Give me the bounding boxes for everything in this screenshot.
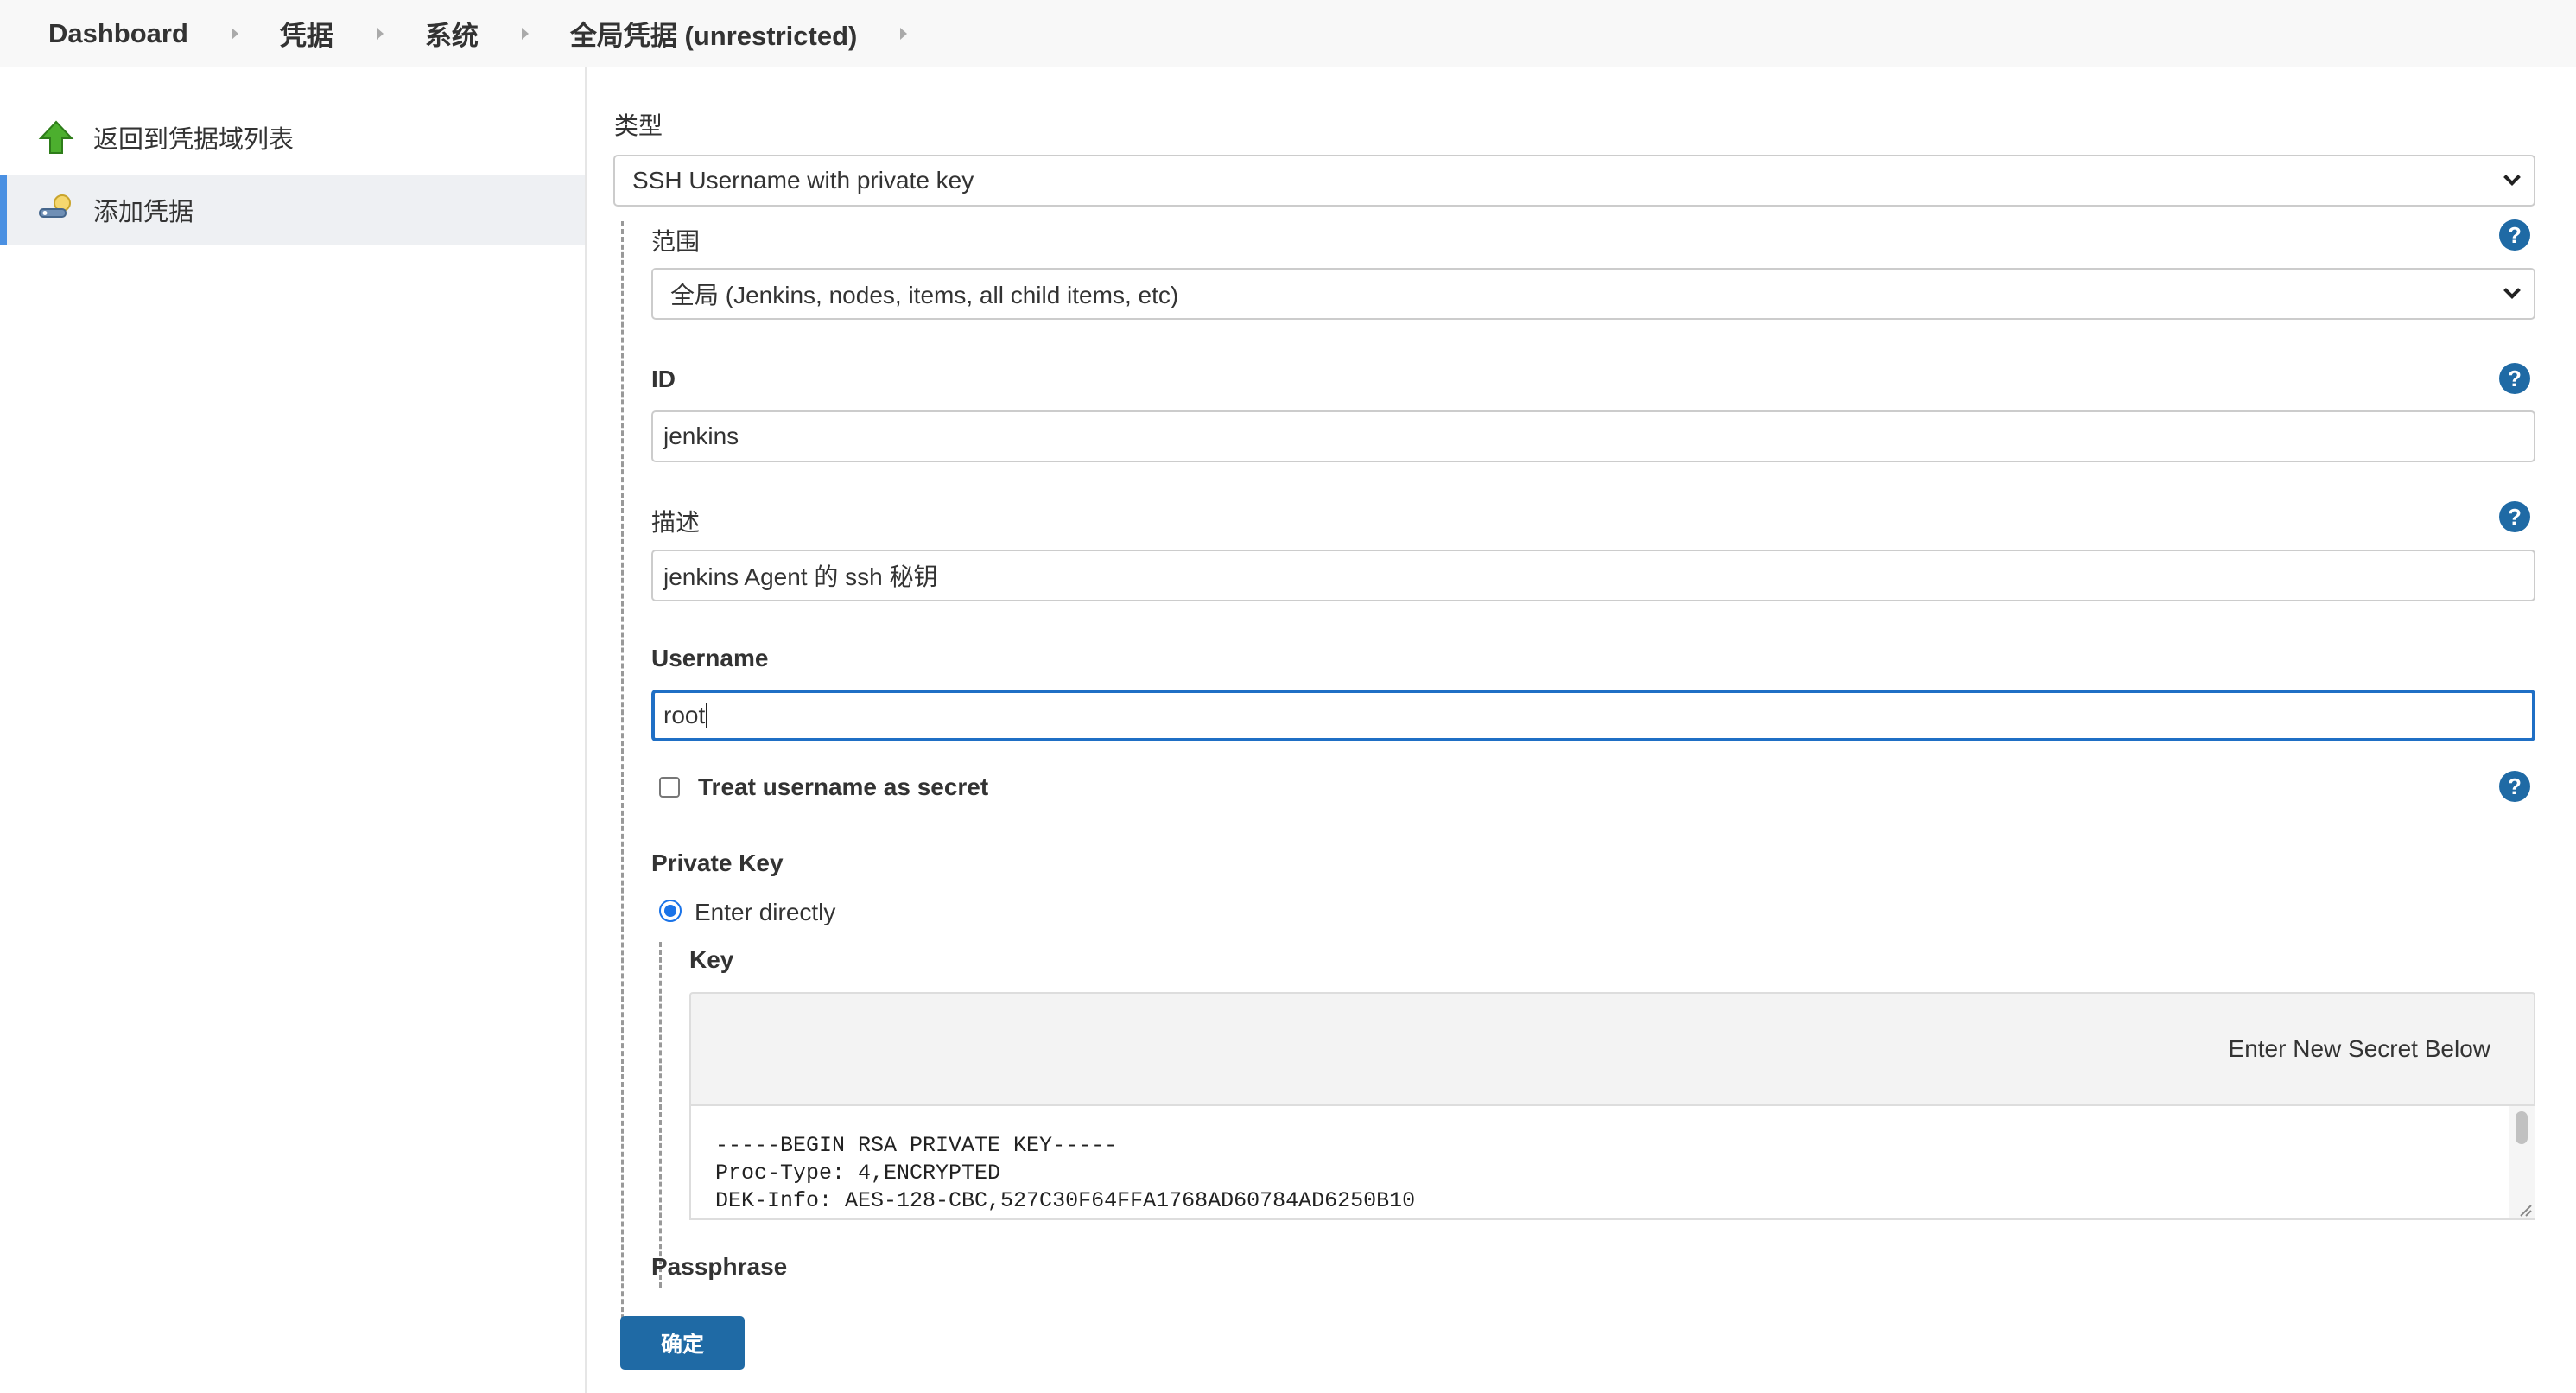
sidebar-item-add-credentials[interactable]: 添加凭据 bbox=[0, 175, 585, 245]
treat-username-secret-checkbox[interactable] bbox=[659, 777, 680, 798]
secret-header: Enter New Secret Below bbox=[689, 992, 2535, 1104]
help-icon[interactable]: ? bbox=[2499, 771, 2530, 802]
id-input-value: jenkins bbox=[663, 423, 739, 449]
username-input-value: root bbox=[663, 702, 706, 728]
help-icon[interactable]: ? bbox=[2499, 363, 2530, 394]
passphrase-label: Passphrase bbox=[651, 1253, 788, 1280]
text-caret bbox=[706, 703, 708, 728]
key-text-line: Proc-Type: 4,ENCRYPTED bbox=[715, 1161, 1001, 1186]
scope-label: 范围 bbox=[651, 228, 701, 255]
breadcrumb-global-credentials[interactable]: 全局凭据 (unrestricted) bbox=[570, 14, 857, 53]
key-text-line: DEK-Info: AES-128-CBC,527C30F64FFA1768AD… bbox=[715, 1188, 1416, 1213]
private-key-label: Private Key bbox=[651, 849, 784, 876]
enter-directly-label[interactable]: Enter directly bbox=[695, 899, 835, 926]
description-input-value: jenkins Agent 的 ssh 秘钥 bbox=[663, 563, 938, 590]
breadcrumb-separator-icon[interactable] bbox=[521, 27, 529, 40]
private-key-textarea[interactable]: -----BEGIN RSA PRIVATE KEY----- Proc-Typ… bbox=[689, 1104, 2535, 1220]
sidebar-item-label: 返回到凭据域列表 bbox=[93, 126, 295, 154]
key-text-line: -----BEGIN RSA PRIVATE KEY----- bbox=[715, 1133, 1118, 1158]
ok-button[interactable]: 确定 bbox=[620, 1316, 745, 1370]
breadcrumb: Dashboard 凭据 系统 全局凭据 (unrestricted) bbox=[0, 0, 2576, 67]
help-icon[interactable]: ? bbox=[2499, 501, 2530, 532]
resize-grip-icon[interactable] bbox=[2517, 1202, 2533, 1218]
breadcrumb-system[interactable]: 系统 bbox=[425, 14, 479, 53]
kind-label: 类型 bbox=[614, 112, 663, 139]
breadcrumb-credentials[interactable]: 凭据 bbox=[280, 14, 333, 53]
green-up-arrow-icon bbox=[36, 118, 76, 157]
kind-select[interactable]: SSH Username with private key bbox=[613, 155, 2535, 207]
username-label: Username bbox=[651, 645, 769, 671]
enter-new-secret-label: Enter New Secret Below bbox=[2228, 1035, 2490, 1062]
sidebar: 返回到凭据域列表 添加凭据 bbox=[0, 67, 587, 1393]
chevron-down-icon bbox=[2503, 282, 2521, 299]
id-input[interactable]: jenkins bbox=[651, 410, 2535, 462]
key-icon bbox=[36, 190, 76, 230]
enter-directly-radio[interactable] bbox=[659, 900, 682, 922]
sidebar-item-back-to-domains[interactable]: 返回到凭据域列表 bbox=[0, 102, 585, 173]
credential-form: 类型 SSH Username with private key 范围 ? 全局… bbox=[587, 67, 2576, 1393]
key-label: Key bbox=[689, 946, 734, 973]
scroll-thumb[interactable] bbox=[2516, 1111, 2528, 1144]
form-group-guide bbox=[621, 221, 624, 1358]
page: Dashboard 凭据 系统 全局凭据 (unrestricted) 返回到凭… bbox=[0, 0, 2576, 1393]
chevron-down-icon bbox=[2503, 169, 2521, 186]
description-input[interactable]: jenkins Agent 的 ssh 秘钥 bbox=[651, 550, 2535, 601]
username-input[interactable]: root bbox=[651, 690, 2535, 741]
breadcrumb-separator-icon[interactable] bbox=[900, 27, 908, 40]
radio-selected-dot bbox=[664, 905, 676, 917]
description-label: 描述 bbox=[651, 509, 701, 536]
kind-select-value: SSH Username with private key bbox=[632, 167, 974, 194]
scope-select-value: 全局 (Jenkins, nodes, items, all child ite… bbox=[670, 282, 1179, 308]
scope-select[interactable]: 全局 (Jenkins, nodes, items, all child ite… bbox=[651, 268, 2535, 320]
help-icon[interactable]: ? bbox=[2499, 219, 2530, 251]
key-group-guide bbox=[659, 942, 662, 1288]
breadcrumb-dashboard[interactable]: Dashboard bbox=[48, 18, 188, 49]
breadcrumb-separator-icon[interactable] bbox=[376, 27, 384, 40]
id-label: ID bbox=[651, 366, 676, 392]
breadcrumb-separator-icon[interactable] bbox=[231, 27, 238, 40]
treat-username-secret-label[interactable]: Treat username as secret bbox=[698, 773, 988, 801]
sidebar-item-label: 添加凭据 bbox=[93, 199, 194, 226]
